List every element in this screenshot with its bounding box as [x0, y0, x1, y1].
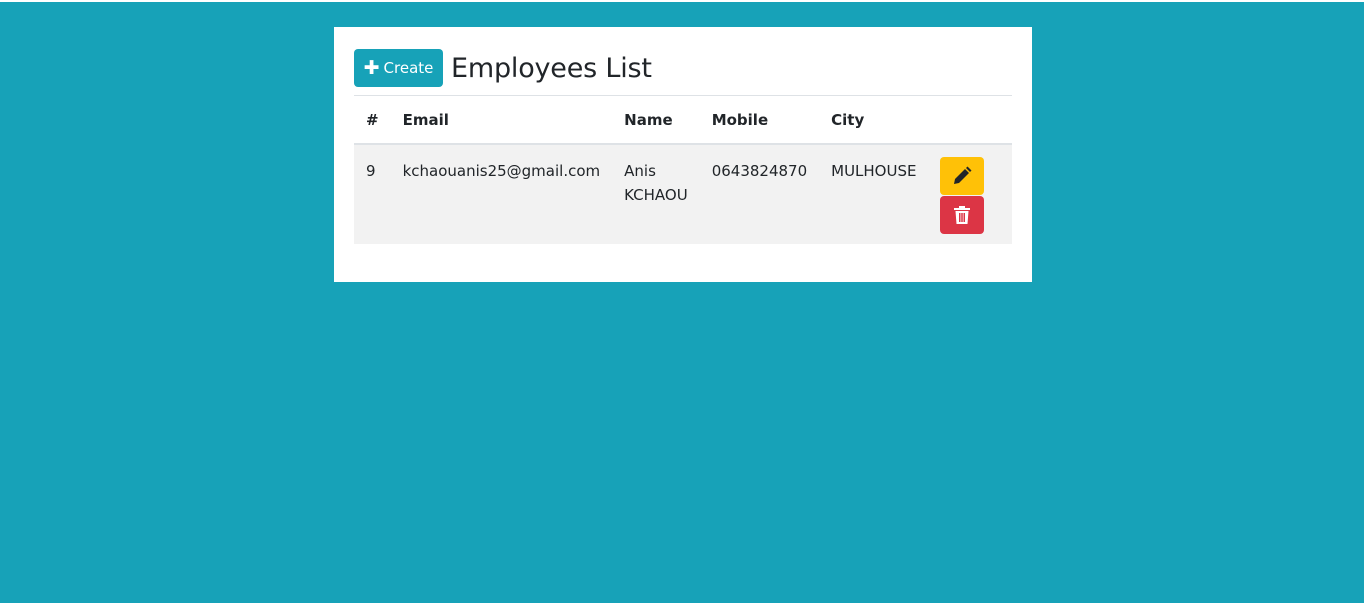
card-header: ✚ Create Employees List — [354, 49, 652, 87]
cell-id: 9 — [354, 144, 391, 244]
employees-card: ✚ Create Employees List # Email Name Mob… — [334, 27, 1032, 282]
page-title: Employees List — [451, 52, 652, 84]
column-header-mobile: Mobile — [699, 96, 820, 145]
create-button[interactable]: ✚ Create — [354, 49, 443, 87]
edit-button[interactable] — [940, 157, 985, 195]
cell-name: Anis KCHAOU — [612, 144, 700, 244]
employees-table: # Email Name Mobile City 9 kchaouanis25@… — [354, 96, 1012, 244]
column-header-city: City — [819, 96, 929, 145]
cell-email: kchaouanis25@gmail.com — [390, 144, 613, 244]
cell-mobile: 0643824870 — [699, 144, 820, 244]
table-row: 9 kchaouanis25@gmail.com Anis KCHAOU 064… — [354, 144, 1012, 244]
trash-icon — [954, 206, 971, 224]
column-header-actions — [928, 96, 1012, 145]
cell-actions — [928, 144, 1012, 244]
table-header-row: # Email Name Mobile City — [354, 96, 1012, 145]
column-header-number: # — [354, 96, 391, 145]
delete-button[interactable] — [940, 196, 985, 234]
plus-icon: ✚ — [363, 56, 380, 79]
cell-city: MULHOUSE — [819, 144, 929, 244]
column-header-name: Name — [612, 96, 700, 145]
column-header-email: Email — [390, 96, 613, 145]
pencil-icon — [954, 166, 972, 184]
create-button-label: Create — [383, 59, 434, 77]
